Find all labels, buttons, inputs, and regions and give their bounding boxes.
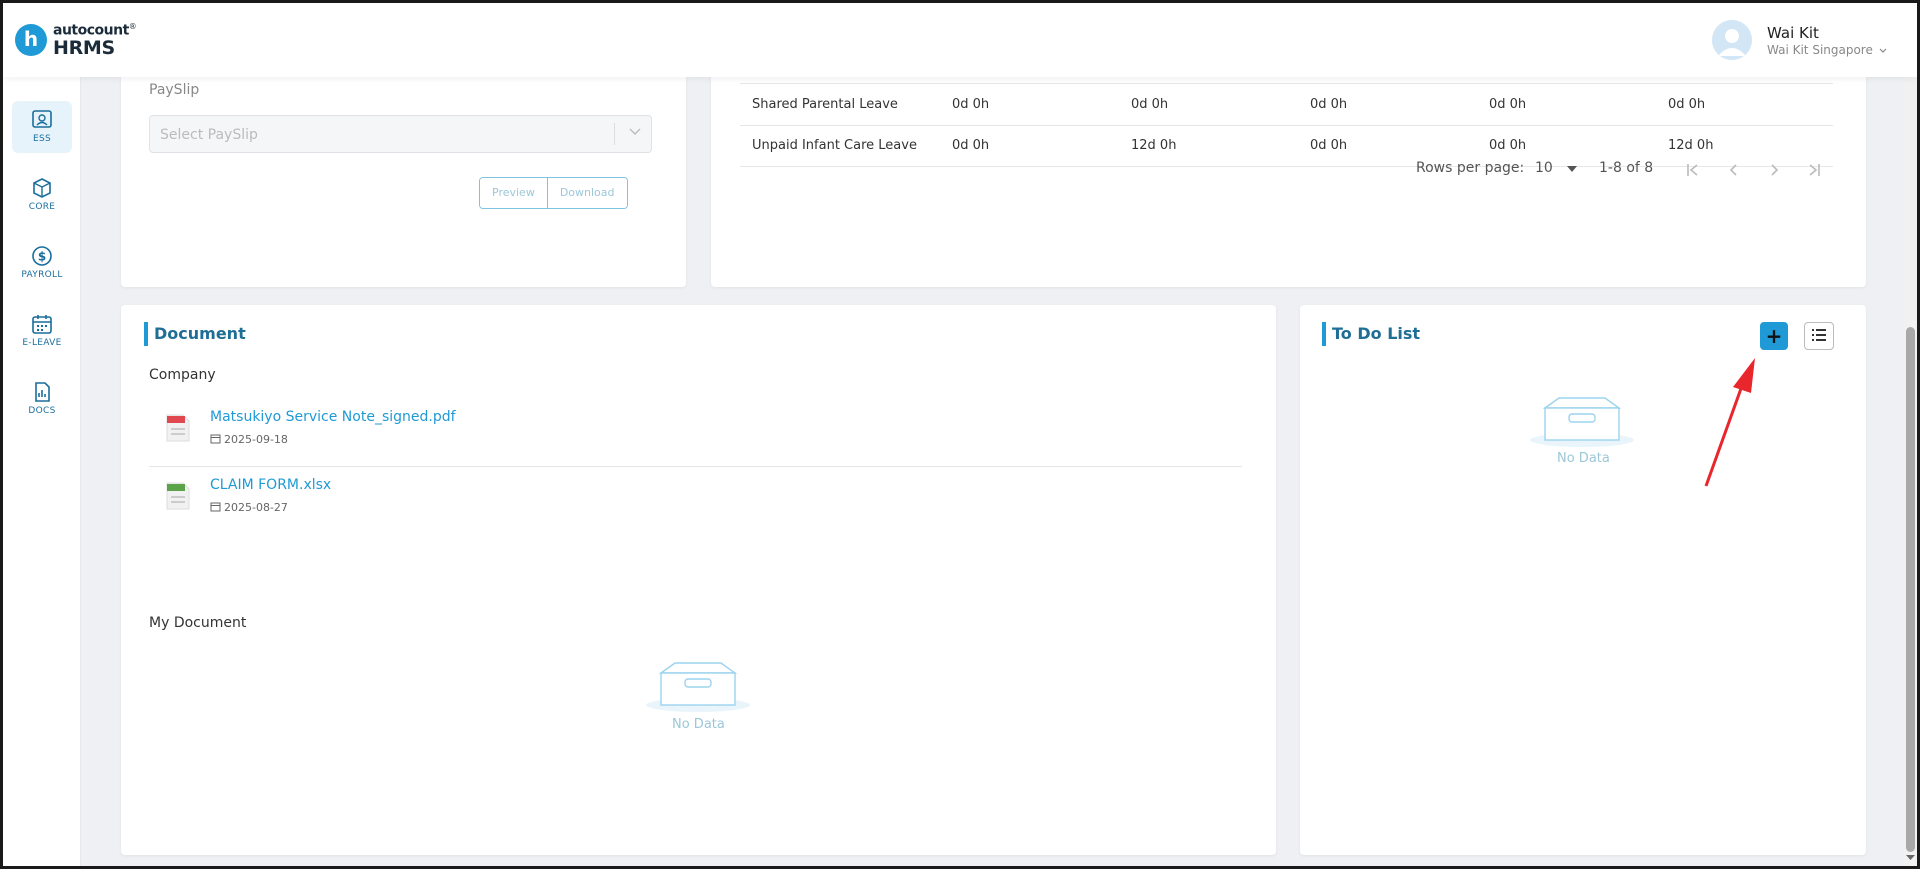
- document-card: Document Company Matsukiyo Service Note_…: [121, 305, 1276, 855]
- pdf-file-icon: [165, 413, 191, 447]
- top-header: h autocount® HRMS Wai Kit Wai Kit Singap…: [3, 3, 1917, 77]
- cube-icon: [33, 178, 51, 198]
- payslip-select-placeholder: Select PaySlip: [160, 127, 258, 143]
- add-todo-button[interactable]: +: [1760, 322, 1788, 350]
- document-chart-icon: [35, 382, 50, 402]
- payslip-card: PaySlip Select PaySlip Preview Download: [121, 53, 686, 287]
- dollar-icon: $: [32, 246, 52, 266]
- file-link[interactable]: Matsukiyo Service Note_signed.pdf: [210, 409, 456, 425]
- todo-card: To Do List + No Data: [1300, 305, 1866, 855]
- first-page-icon[interactable]: [1685, 162, 1701, 178]
- svg-text:$: $: [38, 250, 46, 264]
- sidebar: ESS CORE $ PAYROLL E-LEAVE DOCS: [3, 77, 81, 866]
- sidebar-item-label: DOCS: [28, 406, 56, 416]
- file-date: 2025-09-18: [210, 433, 288, 446]
- table-cell: 0d 0h: [940, 125, 1119, 167]
- download-button[interactable]: Download: [546, 178, 627, 208]
- rows-per-page-value: 10: [1535, 160, 1553, 176]
- previous-page-icon[interactable]: [1726, 162, 1742, 178]
- file-date: 2025-08-27: [210, 501, 288, 514]
- logo-text-hrms: HRMS: [53, 37, 115, 59]
- sidebar-item-payroll[interactable]: $ PAYROLL: [12, 237, 72, 289]
- rows-per-page-label: Rows per page:: [1416, 160, 1525, 176]
- chevron-down-icon: [1879, 48, 1887, 53]
- table-row: Unpaid Infant Care Leave 0d 0h 12d 0h 0d…: [740, 125, 1833, 167]
- table-cell: 0d 0h: [1656, 84, 1833, 126]
- company-label: Company: [149, 367, 216, 383]
- payslip-label: PaySlip: [149, 82, 200, 98]
- excel-file-icon: [165, 481, 191, 515]
- file-date-text: 2025-08-27: [224, 501, 288, 514]
- user-company-dropdown[interactable]: Wai Kit Singapore: [1767, 43, 1887, 57]
- table-cell: 0d 0h: [940, 84, 1119, 126]
- file-link[interactable]: CLAIM FORM.xlsx: [210, 477, 331, 493]
- user-avatar-icon: [1712, 20, 1752, 60]
- scrollbar-thumb[interactable]: [1906, 327, 1915, 852]
- payslip-select[interactable]: Select PaySlip: [149, 115, 652, 153]
- preview-button[interactable]: Preview: [480, 178, 547, 208]
- rows-per-page-select[interactable]: 10: [1535, 160, 1578, 176]
- last-page-icon[interactable]: [1806, 162, 1822, 178]
- my-document-label: My Document: [149, 615, 247, 631]
- leave-type-cell: Unpaid Infant Care Leave: [740, 125, 940, 167]
- calendar-icon: [210, 502, 221, 512]
- calendar-icon: [32, 315, 52, 334]
- no-data-text: No Data: [672, 717, 725, 732]
- sidebar-item-label: CORE: [28, 202, 56, 212]
- leave-table: Shared Parental Leave 0d 0h 0d 0h 0d 0h …: [740, 84, 1833, 167]
- document-title: Document: [144, 322, 246, 346]
- no-data-text: No Data: [1557, 451, 1610, 466]
- scroll-down-icon[interactable]: [1906, 853, 1915, 862]
- sidebar-item-label: E-LEAVE: [22, 338, 62, 348]
- sidebar-item-docs[interactable]: DOCS: [12, 373, 72, 425]
- annotation-arrow-icon: [1704, 358, 1755, 487]
- table-cell: 0d 0h: [1119, 84, 1298, 126]
- user-company-label: Wai Kit Singapore: [1767, 43, 1873, 57]
- app-window: h autocount® HRMS Wai Kit Wai Kit Singap…: [0, 0, 1920, 869]
- file-date-text: 2025-09-18: [224, 433, 288, 446]
- table-cell: 0d 0h: [1477, 84, 1656, 126]
- payslip-actions: Preview Download: [479, 177, 628, 209]
- sidebar-item-core[interactable]: CORE: [12, 169, 72, 221]
- todo-title: To Do List: [1322, 322, 1420, 346]
- sidebar-item-e-leave[interactable]: E-LEAVE: [12, 305, 72, 357]
- leave-type-cell: Shared Parental Leave: [740, 84, 940, 126]
- sidebar-item-label: PAYROLL: [21, 270, 63, 280]
- calendar-icon: [210, 434, 221, 444]
- table-cell: 12d 0h: [1656, 125, 1833, 167]
- todo-list-view-button[interactable]: [1804, 322, 1834, 350]
- sidebar-item-ess[interactable]: ESS: [12, 101, 72, 153]
- select-divider: [614, 123, 615, 145]
- user-avatar[interactable]: [1712, 20, 1752, 60]
- ess-icon: [32, 110, 52, 128]
- user-name[interactable]: Wai Kit: [1767, 24, 1819, 42]
- list-icon: [1812, 328, 1826, 341]
- empty-box-icon: [1530, 397, 1634, 447]
- file-divider: [149, 466, 1242, 467]
- leave-balance-card: Shared Parental Leave 0d 0h 0d 0h 0d 0h …: [711, 53, 1866, 287]
- page-scrollbar[interactable]: [1904, 77, 1917, 866]
- pagination-range: 1-8 of 8: [1599, 160, 1654, 176]
- table-cell: 12d 0h: [1119, 125, 1298, 167]
- logo-icon[interactable]: h: [15, 24, 47, 56]
- table-cell: 0d 0h: [1298, 84, 1477, 126]
- next-page-icon[interactable]: [1766, 162, 1782, 178]
- caret-down-icon: [1567, 166, 1578, 172]
- empty-box-icon: [646, 662, 750, 712]
- chevron-down-icon: [629, 128, 641, 135]
- table-row: Shared Parental Leave 0d 0h 0d 0h 0d 0h …: [740, 84, 1833, 126]
- sidebar-item-label: ESS: [32, 134, 51, 144]
